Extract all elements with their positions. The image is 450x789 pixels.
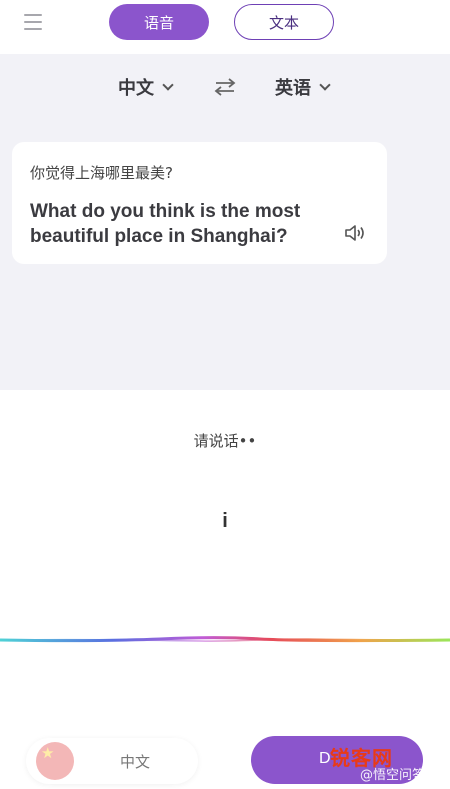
target-language-dropdown[interactable]: 英语 [275, 72, 331, 102]
voice-waveform [0, 636, 450, 643]
source-mic-label: 中文 [120, 753, 151, 771]
chevron-down-icon [319, 79, 331, 91]
target-mic-label: D [319, 750, 331, 767]
tab-text[interactable]: 文本 [234, 4, 334, 40]
swap-icon[interactable] [214, 78, 236, 96]
watermark-sub: @悟空问答 [360, 768, 426, 783]
source-language-dropdown[interactable]: 中文 [118, 72, 174, 102]
source-mic-button[interactable]: ★ 中文 [26, 738, 198, 784]
chevron-down-icon [162, 79, 174, 91]
china-flag-icon: ★ [36, 742, 74, 780]
menu-icon[interactable] [24, 14, 42, 32]
recognized-text: i [222, 510, 228, 532]
tab-voice[interactable]: 语音 [109, 4, 209, 40]
tab-voice-label: 语音 [143, 13, 174, 32]
translated-text: What do you think is the most beautiful … [30, 201, 301, 247]
source-language-label: 中文 [118, 78, 154, 99]
translation-card: 你觉得上海哪里最美? What do you think is the most… [12, 142, 387, 264]
top-bar: 语音 文本 [0, 0, 450, 54]
target-language-label: 英语 [275, 78, 311, 99]
speak-prompt: 请说话•• [193, 432, 257, 450]
language-selector: 中文 英语 [0, 72, 450, 102]
speaker-icon[interactable] [344, 224, 366, 242]
source-text: 你觉得上海哪里最美? [30, 164, 173, 182]
tab-text-label: 文本 [268, 13, 299, 32]
